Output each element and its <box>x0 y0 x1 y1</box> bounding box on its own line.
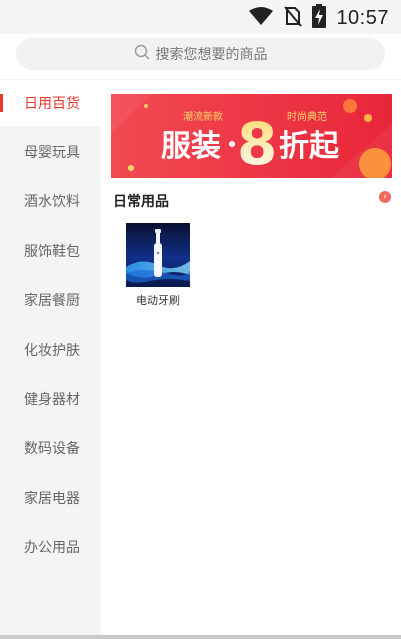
sidebar-item-label: 数码设备 <box>24 441 80 457</box>
sidebar-item-digital[interactable]: 数码设备 <box>0 425 101 471</box>
banner-main-text: 服装 <box>161 129 221 164</box>
sidebar-item-cosmetics[interactable]: 化妆护肤 <box>0 327 101 373</box>
banner-suffix-text: 折起 <box>279 129 340 164</box>
sidebar-item-apparel[interactable]: 服饰鞋包 <box>0 228 101 274</box>
sidebar-item-label: 健身器材 <box>24 392 80 408</box>
search-bar: 搜索您想要的商品 <box>0 34 401 80</box>
status-time: 10:57 <box>336 6 389 29</box>
search-placeholder: 搜索您想要的商品 <box>155 47 268 63</box>
product-name: 电动牙刷 <box>136 294 180 307</box>
section-title: 日常用品 <box>113 194 169 210</box>
sidebar-item-daily-goods[interactable]: 日用百货 <box>0 80 101 126</box>
sidebar-item-label: 母婴玩具 <box>24 145 80 161</box>
sidebar-item-baby-toys[interactable]: 母婴玩具 <box>0 129 101 175</box>
sidebar-item-appliances[interactable]: 家居电器 <box>0 475 101 521</box>
sidebar-item-label: 办公用品 <box>24 540 80 556</box>
sidebar-item-label: 家居餐厨 <box>24 293 80 309</box>
status-icons: 10:57 <box>248 4 389 32</box>
electric-toothbrush-image <box>126 223 190 287</box>
sidebar-item-label: 酒水饮料 <box>24 194 80 210</box>
product-item[interactable]: 电动牙刷 <box>124 223 192 308</box>
banner-tag-left: 潮流新款 <box>183 110 223 123</box>
wifi-icon <box>248 6 274 30</box>
category-sidebar: 日用百货 母婴玩具 酒水饮料 服饰鞋包 家居餐厨 化妆护肤 健身器材 数码设备 … <box>0 80 101 635</box>
sidebar-item-label: 日用百货 <box>24 96 80 112</box>
sidebar-item-label: 家居电器 <box>24 491 80 507</box>
bottom-divider <box>0 635 401 639</box>
promo-banner-graphic: 潮流新款 时尚典范 服装 8 折起 <box>111 94 392 178</box>
sidebar-item-kitchen[interactable]: 家居餐厨 <box>0 277 101 323</box>
chevron-right-icon[interactable]: › <box>379 191 391 203</box>
sidebar-item-label: 化妆护肤 <box>24 343 80 359</box>
search-input[interactable]: 搜索您想要的商品 <box>16 38 385 70</box>
promo-banner[interactable]: 潮流新款 时尚典范 服装 8 折起 <box>111 94 392 178</box>
sidebar-item-label: 服饰鞋包 <box>24 244 80 260</box>
banner-tag-right: 时尚典范 <box>287 110 327 123</box>
sidebar-item-drinks[interactable]: 酒水饮料 <box>0 178 101 224</box>
battery-charging-icon <box>312 4 327 32</box>
sidebar-item-office[interactable]: 办公用品 <box>0 524 101 570</box>
search-icon <box>134 44 150 64</box>
status-bar: 10:57 <box>0 0 401 34</box>
banner-number: 8 <box>237 110 277 178</box>
sidebar-item-fitness[interactable]: 健身器材 <box>0 376 101 422</box>
no-sim-icon <box>284 5 303 31</box>
